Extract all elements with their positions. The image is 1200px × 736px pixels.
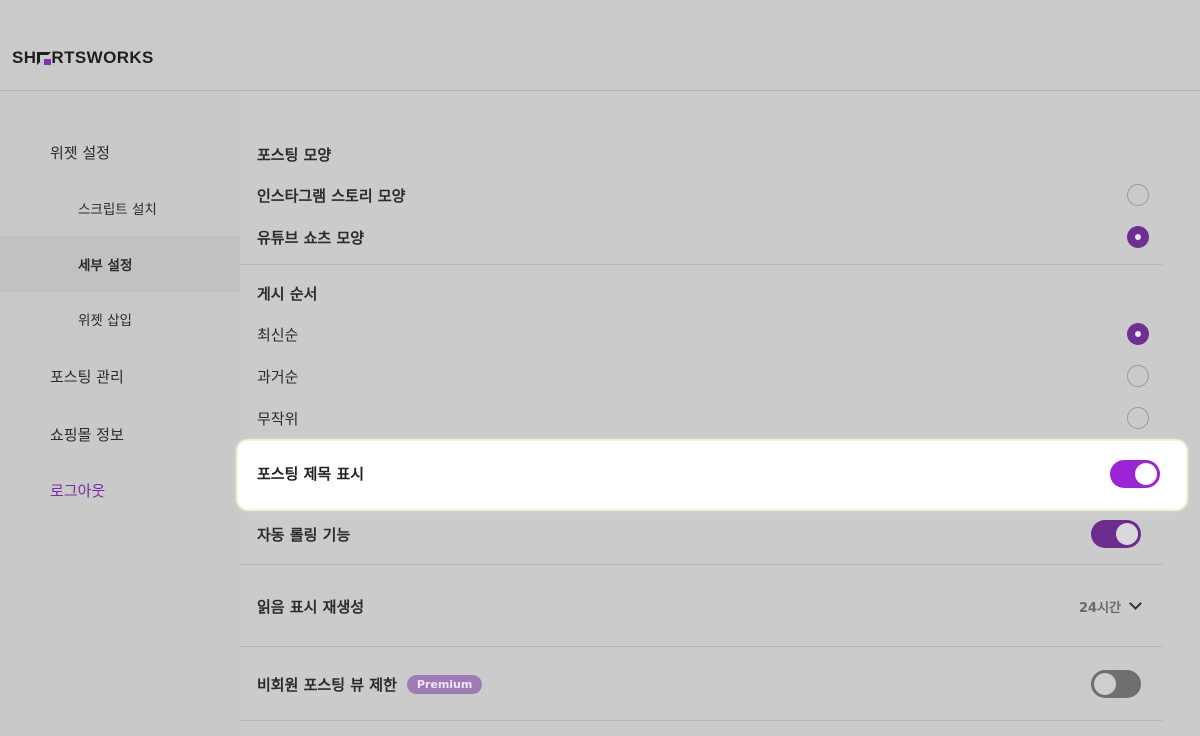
sidebar-item-widget-insert[interactable]: 위젯 삽입 (0, 303, 240, 335)
radio-newest[interactable] (1127, 323, 1149, 345)
toggle-show-title[interactable] (1110, 460, 1160, 488)
sidebar-item-label: 로그아웃 (50, 481, 106, 500)
divider (240, 720, 1162, 721)
radio-random[interactable] (1127, 407, 1149, 429)
settings-panel: 포스팅 모양 인스타그램 스토리 모양 유튜브 쇼츠 모양 게시 순서 최신순 … (240, 92, 1200, 736)
sidebar-item-shop-info[interactable]: 쇼핑몰 정보 (0, 418, 240, 450)
divider (240, 646, 1162, 647)
sidebar-item-label: 쇼핑몰 정보 (50, 425, 124, 444)
divider (240, 564, 1162, 565)
divider (240, 264, 1162, 265)
setting-label: 비회원 포스팅 뷰 제한 (257, 675, 397, 694)
section-title-post-order: 게시 순서 (257, 285, 318, 303)
logo-mark-icon (36, 51, 51, 65)
sidebar-item-label: 스크립트 설치 (78, 202, 157, 218)
toggle-knob (1094, 673, 1116, 695)
top-header: SH RTSWORKS (0, 0, 1200, 91)
toggle-knob (1135, 463, 1157, 485)
option-label: 최신순 (257, 325, 299, 344)
read-regen-select[interactable]: 24시간 (1078, 597, 1142, 616)
option-random[interactable]: 무작위 (240, 405, 1180, 431)
option-label: 인스타그램 스토리 모양 (257, 186, 406, 205)
sidebar-item-label: 세부 설정 (78, 258, 133, 274)
option-label: 유튜브 쇼츠 모양 (257, 228, 365, 247)
setting-show-title: 포스팅 제목 표시 (238, 441, 1186, 509)
option-instagram-story[interactable]: 인스타그램 스토리 모양 (240, 182, 1180, 208)
sidebar-item-label: 포스팅 관리 (50, 367, 124, 386)
toggle-knob (1116, 523, 1138, 545)
option-newest[interactable]: 최신순 (240, 321, 1180, 347)
radio-instagram-story[interactable] (1127, 184, 1149, 206)
setting-read-regen: 읽음 표시 재생성 24시간 (240, 594, 1180, 618)
logo-text-right: RTSWORKS (51, 48, 154, 67)
logo-text-left: SH (12, 48, 37, 67)
sidebar-item-detail-settings[interactable]: 세부 설정 (0, 236, 240, 292)
sidebar-item-posting-management[interactable]: 포스팅 관리 (0, 360, 240, 392)
radio-oldest[interactable] (1127, 365, 1149, 387)
sidebar: 위젯 설정 스크립트 설치 세부 설정 위젯 삽입 포스팅 관리 쇼핑몰 정보 … (0, 92, 240, 736)
section-title-posting-shape: 포스팅 모양 (257, 146, 332, 164)
premium-badge: Premium (406, 674, 483, 694)
option-label: 무작위 (257, 409, 299, 428)
option-label: 과거순 (257, 367, 299, 386)
sidebar-item-label: 위젯 설정 (50, 143, 110, 162)
setting-label: 자동 롤링 기능 (257, 525, 351, 544)
toggle-auto-scroll[interactable] (1091, 520, 1141, 548)
select-value: 24시간 (1078, 600, 1121, 616)
chevron-down-icon (1129, 597, 1142, 610)
setting-label: 읽음 표시 재생성 (257, 597, 365, 616)
sidebar-item-script-install[interactable]: 스크립트 설치 (0, 192, 240, 224)
setting-auto-scroll: 자동 롤링 기능 (240, 520, 1180, 548)
option-oldest[interactable]: 과거순 (240, 363, 1180, 389)
sidebar-item-label: 위젯 삽입 (78, 313, 132, 329)
setting-label: 포스팅 제목 표시 (257, 465, 365, 483)
sidebar-item-logout[interactable]: 로그아웃 (0, 474, 240, 506)
option-youtube-shorts[interactable]: 유튜브 쇼츠 모양 (240, 224, 1180, 250)
sidebar-item-widget-settings[interactable]: 위젯 설정 (0, 136, 240, 168)
toggle-guest-limit[interactable] (1091, 670, 1141, 698)
setting-guest-limit: 비회원 포스팅 뷰 제한 Premium (240, 670, 1180, 698)
brand-logo[interactable]: SH RTSWORKS (12, 48, 154, 68)
radio-youtube-shorts[interactable] (1127, 226, 1149, 248)
